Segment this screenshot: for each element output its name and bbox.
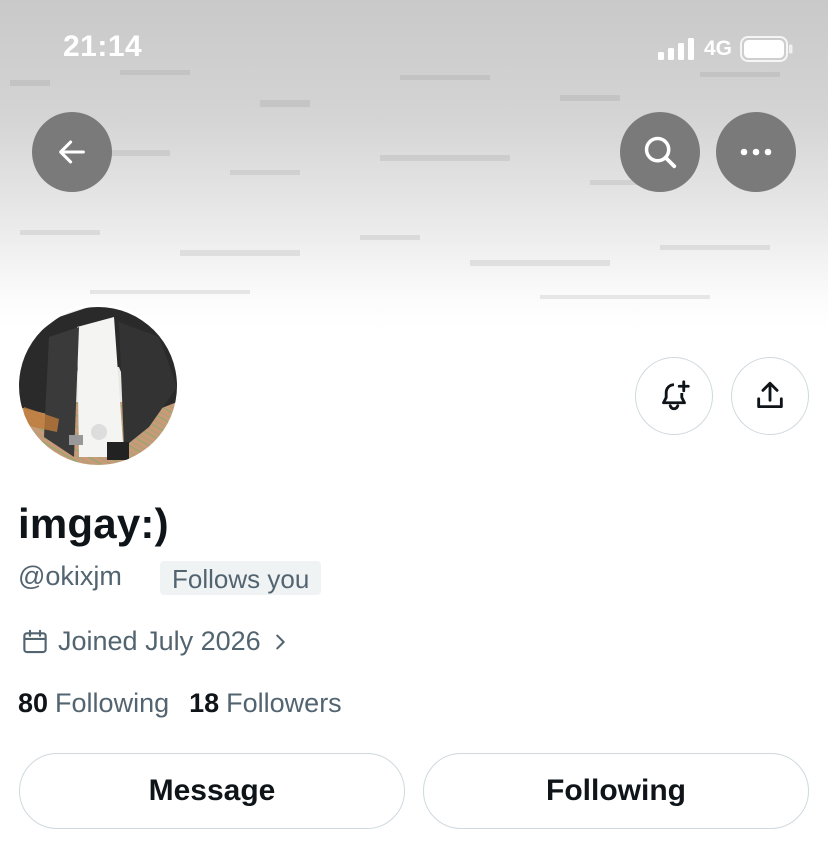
status-time: 21:14 [63, 30, 143, 63]
notify-button[interactable] [635, 357, 713, 435]
follows-you-badge: Follows you [160, 561, 322, 595]
following-stat[interactable]: 80 Following [18, 688, 169, 719]
followers-count: 18 [189, 688, 220, 718]
search-button[interactable] [620, 112, 700, 192]
calendar-icon [23, 629, 47, 653]
avatar-image [19, 307, 177, 465]
network-label: 4G [703, 37, 732, 60]
signal-icon [657, 38, 694, 60]
profile-handle: @okixjm [18, 561, 122, 591]
follow-stats: 80 Following 18 Followers [18, 688, 362, 719]
more-horizontal-icon [740, 148, 772, 156]
following-label: Following [55, 688, 170, 718]
followers-stat[interactable]: 18 Followers [189, 688, 342, 719]
joined-date-row[interactable]: Joined July 2026 [20, 626, 291, 657]
bell-plus-icon [662, 380, 690, 411]
battery-icon [740, 36, 793, 62]
profile-screen: 21:14 4G imgay:) @okixjm Follows you Joi… [0, 0, 828, 865]
followers-label: Followers [226, 688, 342, 718]
chevron-right-icon [275, 634, 285, 649]
share-upload-icon [757, 381, 783, 409]
following-count: 80 [18, 688, 49, 718]
arrow-left-icon [59, 140, 85, 164]
following-button[interactable]: Following [423, 753, 809, 829]
status-bar: 21:14 4G [0, 0, 828, 100]
status-indicators: 4G [657, 36, 794, 62]
message-button[interactable]: Message [19, 753, 405, 829]
back-button[interactable] [32, 112, 112, 192]
more-options-button[interactable] [716, 112, 796, 192]
joined-date: Joined July 2026 [58, 626, 261, 656]
display-name: imgay:) [18, 500, 169, 547]
avatar-photo [19, 307, 177, 465]
share-button[interactable] [731, 357, 809, 435]
search-icon [644, 136, 677, 169]
avatar[interactable] [16, 304, 180, 468]
